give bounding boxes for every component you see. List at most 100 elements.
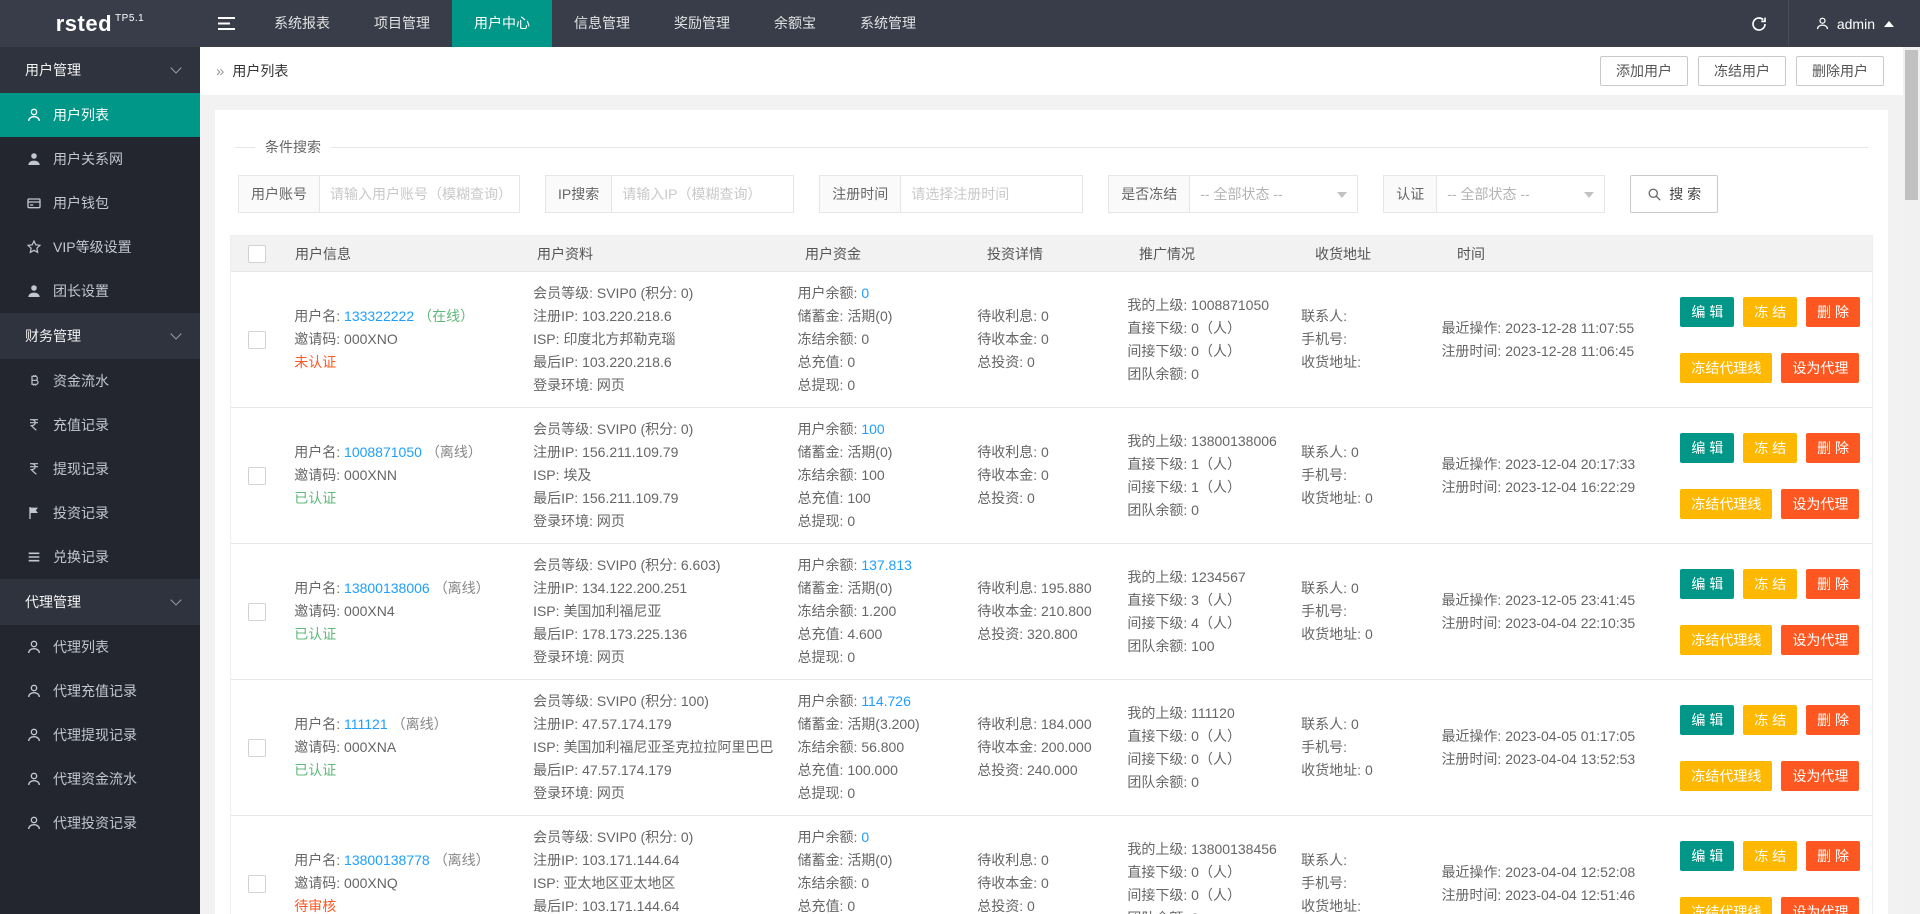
invest-cell: 待收利息: 195.880 待收本金: 210.800 总投资: 320.800 [977,580,1092,642]
delete-button[interactable]: 删 除 [1806,704,1861,735]
delete-user-button[interactable]: 删除用户 [1796,56,1884,86]
search-input[interactable] [901,175,1084,213]
freeze-button[interactable]: 冻 结 [1743,432,1798,463]
freeze-button[interactable]: 冻 结 [1743,704,1798,735]
sidebar-item[interactable]: 充值记录 [0,403,200,447]
sidebar-group-title[interactable]: 财务管理 [0,313,200,359]
freeze-user-button[interactable]: 冻结用户 [1698,56,1786,86]
sidebar-item[interactable]: 代理投资记录 [0,801,200,845]
profile-cell: 会员等级: SVIP0 (积分: 0) 注册IP: 156.211.109.79… [533,421,694,529]
nav-item[interactable]: 系统管理 [838,0,938,47]
sidebar-item[interactable]: 资金流水 [0,359,200,403]
sidebar-item[interactable]: 投资记录 [0,491,200,535]
sidebar-item[interactable]: 代理提现记录 [0,713,200,757]
row-checkbox[interactable] [247,602,266,621]
main-area: » 用户列表 添加用户 冻结用户 删除用户 条件搜索 用户账号 IP搜索 注册时… [200,0,1920,914]
sidebar-item[interactable]: 用户列表 [0,93,200,137]
nav-item[interactable]: 用户中心 [452,0,552,47]
content: 条件搜索 用户账号 IP搜索 注册时间 是否冻结 -- 全部状态 -- 认证 -… [200,95,1920,914]
search-select[interactable]: -- 全部状态 -- [1437,175,1606,213]
row-actions: 编 辑 冻 结 删 除 冻结代理线 设为代理 [1674,704,1861,791]
freeze-agent-line-button[interactable]: 冻结代理线 [1680,488,1773,519]
search-select-group: 是否冻结 -- 全部状态 -- [1108,175,1359,213]
breadcrumb: » 用户列表 [216,61,288,81]
freeze-button[interactable]: 冻 结 [1743,568,1798,599]
row-checkbox[interactable] [247,466,266,485]
user-icon [1816,17,1828,30]
edit-button[interactable]: 编 辑 [1680,296,1735,327]
set-agent-button[interactable]: 设为代理 [1781,352,1860,383]
set-agent-button[interactable]: 设为代理 [1781,760,1860,791]
sidebar-item[interactable]: 兑换记录 [0,535,200,579]
profile-cell: 会员等级: SVIP0 (积分: 0) 注册IP: 103.171.144.64… [533,829,694,914]
search-input[interactable] [612,175,795,213]
profile-cell: 会员等级: SVIP0 (积分: 0) 注册IP: 103.220.218.6 … [533,285,694,393]
freeze-agent-line-button[interactable]: 冻结代理线 [1680,760,1773,791]
nav-item[interactable]: 余额宝 [752,0,838,47]
search-legend: 条件搜索 [265,139,321,155]
hamburger-menu-icon[interactable] [200,0,252,47]
sidebar-group-title[interactable]: 代理管理 [0,579,200,625]
sidebar-item[interactable]: 团长设置 [0,269,200,313]
row-checkbox[interactable] [247,330,266,349]
set-agent-button[interactable]: 设为代理 [1781,624,1860,655]
username-link[interactable]: 13800138778 [344,852,430,868]
nav-item[interactable]: 系统报表 [252,0,352,47]
star-icon [25,239,42,256]
verify-status: 已认证 [294,626,337,642]
row-checkbox[interactable] [247,738,266,757]
select-all-checkbox[interactable] [248,244,266,263]
nav-item[interactable]: 项目管理 [352,0,452,47]
main-nav: 系统报表 项目管理 用户中心 信息管理 奖励管理 余额宝 系统管理 [252,0,938,47]
sidebar-item[interactable]: 代理列表 [0,625,200,669]
nav-item[interactable]: 信息管理 [552,0,652,47]
refresh-icon[interactable] [1730,0,1788,47]
sidebar-item[interactable]: 代理资金流水 [0,757,200,801]
sidebar-item[interactable]: 提现记录 [0,447,200,491]
username-link[interactable]: 1008871050 [344,444,422,460]
freeze-agent-line-button[interactable]: 冻结代理线 [1680,624,1773,655]
edit-button[interactable]: 编 辑 [1680,704,1735,735]
sidebar-item[interactable]: VIP等级设置 [0,225,200,269]
sidebar-item[interactable]: 代理充值记录 [0,669,200,713]
user-info-cell: 用户名: 13800138006 （离线） 邀请码: 000XN4 已认证 [294,580,490,642]
edit-button[interactable]: 编 辑 [1680,568,1735,599]
freeze-button[interactable]: 冻 结 [1743,296,1798,327]
sidebar-item[interactable]: 用户关系网 [0,137,200,181]
app-logo: rsted TP5.1 [0,0,200,47]
username-link[interactable]: 111121 [344,716,388,732]
edit-button[interactable]: 编 辑 [1680,432,1735,463]
user-balance: 0 [861,829,870,845]
search-input[interactable] [320,175,520,213]
nav-item[interactable]: 奖励管理 [652,0,752,47]
sidebar-group-title[interactable]: 用户管理 [0,47,200,93]
freeze-button[interactable]: 冻 结 [1743,840,1798,871]
user-table: 用户信息 用户资料 用户资金 投资详情 推广情况 收货地址 时间 用户名: 13… [230,235,1873,914]
freeze-agent-line-button[interactable]: 冻结代理线 [1680,896,1773,914]
delete-button[interactable]: 删 除 [1806,840,1861,871]
row-checkbox[interactable] [247,874,266,893]
set-agent-button[interactable]: 设为代理 [1781,896,1860,914]
delete-button[interactable]: 删 除 [1806,432,1861,463]
search-select[interactable]: -- 全部状态 -- [1190,175,1359,213]
admin-menu[interactable]: admin [1787,0,1920,47]
search-field-label: 用户账号 [238,175,320,213]
delete-button[interactable]: 删 除 [1806,296,1861,327]
scrollbar-thumb[interactable] [1905,50,1918,200]
promo-cell: 我的上级: 111120 直接下级: 0（人） 间接下级: 0（人） 团队余额:… [1127,704,1241,790]
freeze-agent-line-button[interactable]: 冻结代理线 [1680,352,1773,383]
edit-button[interactable]: 编 辑 [1680,840,1735,871]
search-button[interactable]: 搜 索 [1630,175,1719,213]
set-agent-button[interactable]: 设为代理 [1781,488,1860,519]
delete-button[interactable]: 删 除 [1806,568,1861,599]
users-icon [25,151,42,168]
register-ip: 47.57.174.179 [582,716,672,732]
col-profile: 用户资料 [537,245,593,262]
table-row: 用户名: 13800138778 （离线） 邀请码: 000XNQ 待审核 会员等… [231,816,1872,914]
address-cell: 联系人: 0 手机号: 收货地址: 0 [1301,444,1373,506]
add-user-button[interactable]: 添加用户 [1600,56,1688,86]
username-link[interactable]: 13800138006 [344,580,430,596]
username-link[interactable]: 133322222 [344,308,414,324]
sidebar-item[interactable]: 用户钱包 [0,181,200,225]
parent-user: 13800138006 [1191,432,1277,449]
